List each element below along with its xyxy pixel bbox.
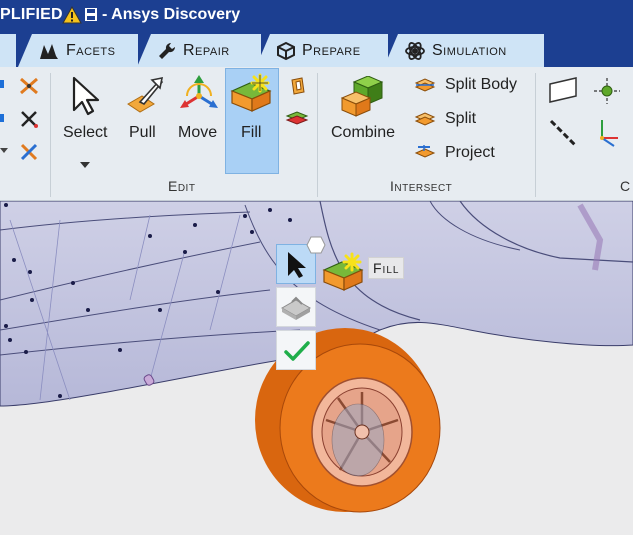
origin-icon[interactable] [592,116,622,148]
tab-prepare[interactable]: Prepare [256,34,388,67]
fill-option-icon [280,296,312,320]
ribbon-separator [50,73,51,197]
title-bar: PLIFIED - Ansys Discovery [0,0,633,31]
facets-icon [40,43,58,59]
checkmark-icon [284,341,310,361]
simulation-icon [405,41,425,60]
tab-overflow[interactable] [0,34,16,67]
ribbon-separator [535,73,536,197]
split-combine-icon[interactable] [285,108,309,128]
select-arrow-icon [72,76,100,116]
pull-icon [127,76,164,113]
move-label: Move [178,124,218,141]
tab-repair[interactable]: Repair [137,34,261,67]
tab-label: Facets [66,41,116,59]
left-edge-marker [0,114,4,122]
fill-tooltip: Fill [368,257,405,279]
chevron-down-icon[interactable] [0,148,8,153]
axis-icon[interactable] [548,118,578,148]
group-edit-label: Edit [168,178,196,194]
left-edge-marker [0,80,4,88]
group-next-label: C [620,178,631,194]
mini-toolbar [276,241,316,371]
split-label: Split [445,110,477,127]
tab-label: Prepare [302,41,361,59]
mini-complete-button[interactable] [276,330,316,370]
mini-fill-options-button[interactable] [276,287,316,327]
app-title: - Ansys Discovery [102,6,241,23]
cross-blue-icon[interactable] [18,141,40,163]
project-tool[interactable]: Project [414,143,495,163]
save-icon[interactable] [84,7,98,27]
split-icon [414,112,436,126]
split-body-label: Split Body [445,76,518,93]
split-body-icon [414,78,436,92]
ribbon-tabs: Facets Repair Prepare Simulation [0,31,633,67]
document-name: PLIFIED [0,6,63,23]
cross-black-icon[interactable] [18,108,40,130]
move-icon [180,75,218,108]
pull-label: Pull [129,124,156,141]
select-label: Select [63,124,108,141]
combine-label: Combine [331,124,396,141]
plane-icon[interactable] [548,76,580,104]
tab-label: Repair [183,41,230,59]
fill-tool-icon [322,252,364,291]
split-tool[interactable]: Split [414,109,476,129]
wrench-icon [159,42,176,59]
tab-simulation[interactable]: Simulation [384,34,544,67]
project-icon [414,145,436,158]
tab-label: Simulation [432,41,507,59]
warning-icon[interactable] [62,5,82,29]
point-icon[interactable] [592,76,622,106]
combine-icon [340,76,384,117]
shell-icon[interactable] [288,76,308,96]
fill-icon [230,73,272,112]
ribbon-separator [317,73,318,197]
project-label: Project [445,144,495,161]
group-intersect-label: Intersect [390,178,453,194]
cross-orange-icon[interactable] [18,76,40,96]
select-dropdown-icon[interactable] [80,162,90,168]
tab-facets[interactable]: Facets [18,34,138,67]
prepare-icon [277,41,295,60]
fill-label: Fill [241,124,262,141]
split-body-tool[interactable]: Split Body [414,75,517,95]
